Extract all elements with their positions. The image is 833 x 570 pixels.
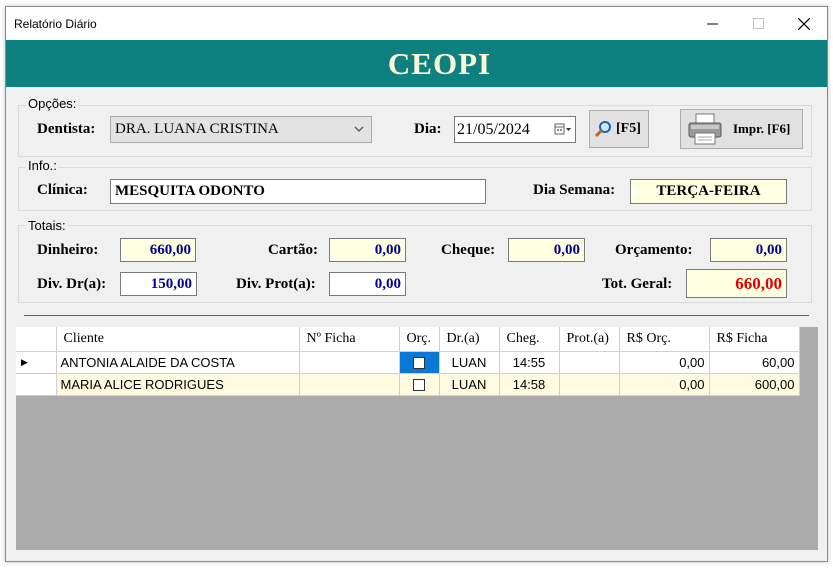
cell-ficha[interactable]: [299, 373, 400, 396]
cell-rs-orc[interactable]: 0,00: [619, 351, 710, 374]
printer-icon: [688, 113, 722, 145]
table-row[interactable]: MARIA ALICE RODRIGUES LUAN 14:58 0,00 60…: [16, 373, 800, 396]
chevron-down-icon: [354, 126, 364, 132]
div-dr-label: Div. Dr(a):: [37, 276, 107, 292]
print-button-label: Impr. [F6]: [733, 121, 791, 136]
search-button-label: [F5]: [616, 121, 641, 136]
dinheiro-label: Dinheiro:: [37, 242, 99, 258]
cell-orc[interactable]: [399, 373, 440, 396]
cell-rs-ficha[interactable]: 60,00: [709, 351, 800, 374]
opcoes-group-label: Opções:: [26, 96, 79, 111]
row-indicator: [16, 373, 57, 396]
close-button[interactable]: [781, 7, 827, 40]
cell-cheg[interactable]: 14:58: [499, 373, 560, 396]
title-bar: Relatório Diário: [6, 7, 827, 40]
row-indicator-header: [16, 327, 57, 352]
cell-ficha[interactable]: [299, 351, 400, 374]
maximize-icon: [752, 18, 764, 29]
cell-orc[interactable]: [399, 351, 440, 374]
window-title: Relatório Diário: [14, 17, 97, 31]
cell-prot[interactable]: [559, 373, 620, 396]
cheque-label: Cheque:: [441, 242, 496, 258]
col-rs-orc[interactable]: R$ Orç.: [619, 327, 710, 352]
patients-grid[interactable]: Cliente Nº Ficha Orç. Dr.(a) Cheg. Prot.…: [16, 327, 818, 550]
orcamento-label: Orçamento:: [615, 242, 693, 258]
patients-table: Cliente Nº Ficha Orç. Dr.(a) Cheg. Prot.…: [16, 327, 800, 396]
print-button[interactable]: Impr. [F6]: [680, 109, 803, 149]
info-group-label: Info.:: [26, 158, 59, 173]
cell-rs-ficha[interactable]: 600,00: [709, 373, 800, 396]
app-banner: CEOPI: [6, 40, 827, 87]
dia-semana-label: Dia Semana:: [533, 182, 616, 198]
dentista-label: Dentista:: [37, 121, 96, 137]
dia-date-picker[interactable]: 21/05/2024: [454, 116, 576, 143]
cell-dr[interactable]: LUAN: [439, 373, 500, 396]
col-ficha[interactable]: Nº Ficha: [299, 327, 400, 352]
minimize-button[interactable]: [689, 7, 735, 40]
dentista-select[interactable]: DRA. LUANA CRISTINA: [110, 116, 372, 143]
maximize-button[interactable]: [735, 7, 781, 40]
report-window: Relatório Diário CEOPI Opções: Dentista:…: [5, 6, 828, 562]
magnifier-icon: [594, 121, 611, 138]
orc-checkbox[interactable]: [413, 379, 425, 392]
col-orc[interactable]: Orç.: [399, 327, 440, 352]
dia-date-value: 21/05/2024: [457, 120, 530, 138]
clinica-field[interactable]: MESQUITA ODONTO: [110, 179, 486, 204]
dentista-select-value: DRA. LUANA CRISTINA: [115, 121, 279, 137]
cell-cliente[interactable]: MARIA ALICE RODRIGUES: [56, 373, 300, 396]
col-rs-ficha[interactable]: R$ Ficha: [709, 327, 800, 352]
clinica-label: Clínica:: [37, 182, 88, 198]
cell-cheg[interactable]: 14:55: [499, 351, 560, 374]
orcamento-field: 0,00: [710, 238, 787, 262]
div-dr-field[interactable]: 150,00: [120, 272, 197, 296]
cell-dr[interactable]: LUAN: [439, 351, 500, 374]
cartao-label: Cartão:: [268, 242, 318, 258]
close-icon: [798, 17, 810, 30]
col-dr[interactable]: Dr.(a): [439, 327, 500, 352]
cell-cliente[interactable]: ANTONIA ALAIDE DA COSTA: [56, 351, 300, 374]
div-prot-label: Div. Prot(a):: [236, 276, 316, 292]
cell-rs-orc[interactable]: 0,00: [619, 373, 710, 396]
col-cliente[interactable]: Cliente: [56, 327, 300, 352]
row-indicator-icon: ▶: [16, 351, 57, 374]
col-prot[interactable]: Prot.(a): [559, 327, 620, 352]
orc-checkbox[interactable]: [413, 357, 425, 370]
div-prot-field[interactable]: 0,00: [329, 272, 406, 296]
banner-title: CEOPI: [387, 45, 492, 81]
dia-semana-field: TERÇA-FEIRA: [630, 179, 787, 204]
totais-group-label: Totais:: [26, 218, 68, 233]
section-divider: [24, 315, 809, 316]
search-button[interactable]: [F5]: [589, 110, 649, 148]
calendar-dropdown-icon[interactable]: [554, 123, 572, 137]
tot-geral-field: 660,00: [686, 269, 787, 298]
tot-geral-label: Tot. Geral:: [602, 276, 673, 292]
dinheiro-field: 660,00: [120, 238, 196, 262]
dia-label: Dia:: [414, 121, 442, 137]
minimize-icon: [706, 23, 718, 25]
cartao-field: 0,00: [329, 238, 406, 262]
col-cheg[interactable]: Cheg.: [499, 327, 560, 352]
grid-header-row: Cliente Nº Ficha Orç. Dr.(a) Cheg. Prot.…: [16, 327, 800, 352]
cheque-field: 0,00: [508, 238, 585, 262]
table-row[interactable]: ▶ ANTONIA ALAIDE DA COSTA LUAN 14:55 0,0…: [16, 351, 800, 374]
cell-prot[interactable]: [559, 351, 620, 374]
